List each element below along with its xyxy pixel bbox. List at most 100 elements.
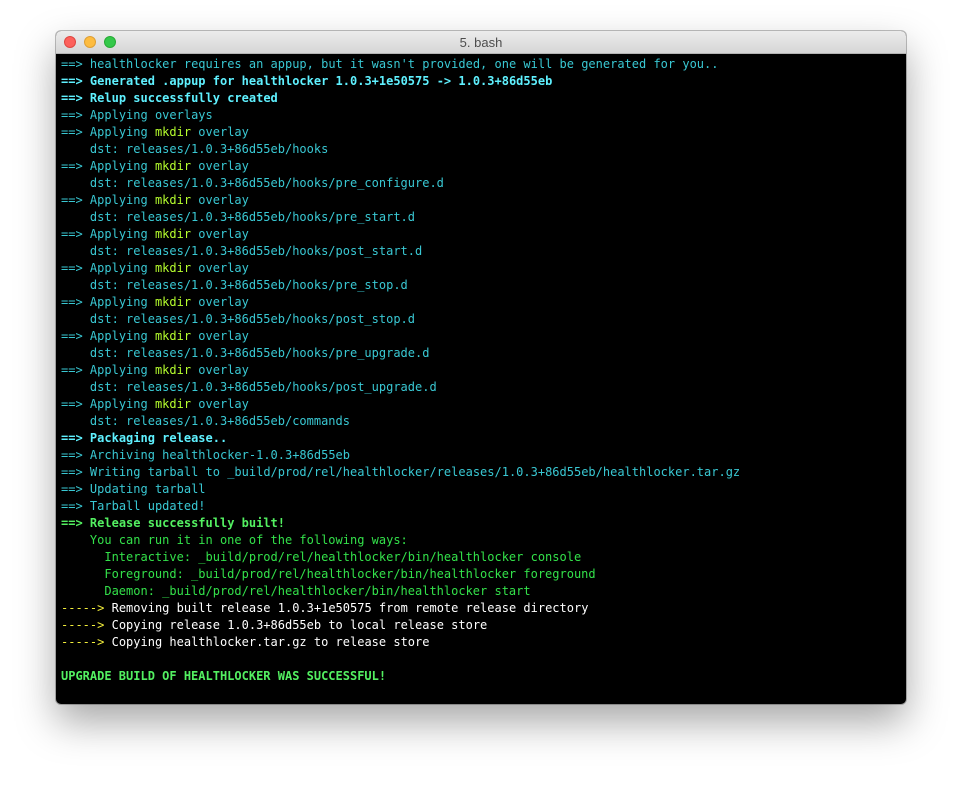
terminal-line: ==> healthlocker requires an appup, but … [61, 56, 906, 73]
keyword-text: mkdir [154, 125, 192, 139]
keyword-text: mkdir [154, 363, 192, 377]
line-text: Interactive: _build/prod/rel/healthlocke… [61, 550, 582, 564]
terminal-line: -----> Copying release 1.0.3+86d55eb to … [61, 617, 906, 634]
window-title: 5. bash [459, 35, 503, 50]
terminal-line: ==> Relup successfully created [61, 90, 906, 107]
arrow-prompt: ==> [61, 74, 83, 88]
terminal-line: dst: releases/1.0.3+86d55eb/hooks/pre_st… [61, 209, 906, 226]
line-text: overlay [191, 227, 249, 241]
line-text: healthlocker requires an appup, but it w… [89, 57, 719, 71]
keyword-text: mkdir [154, 159, 192, 173]
terminal-line: ==> Applying mkdir overlay [61, 158, 906, 175]
line-text: overlay [191, 295, 249, 309]
terminal-line: Foreground: _build/prod/rel/healthlocker… [61, 566, 906, 583]
terminal-line: dst: releases/1.0.3+86d55eb/hooks [61, 141, 906, 158]
line-text: overlay [191, 363, 249, 377]
terminal-line: ==> Packaging release.. [61, 430, 906, 447]
line-text: Applying [89, 159, 155, 173]
terminal-line: Daemon: _build/prod/rel/healthlocker/bin… [61, 583, 906, 600]
line-text: dst: releases/1.0.3+86d55eb/hooks [61, 142, 329, 156]
line-text: You can run it in one of the following w… [61, 533, 408, 547]
arrow-prompt: ==> [61, 482, 83, 496]
terminal-line: ==> Writing tarball to _build/prod/rel/h… [61, 464, 906, 481]
keyword-text: mkdir [154, 261, 192, 275]
line-text: Release successfully built! [89, 516, 285, 530]
arrow-prompt: ==> [61, 261, 83, 275]
arrow-prompt: ==> [61, 448, 83, 462]
line-text: dst: releases/1.0.3+86d55eb/hooks/post_s… [61, 244, 423, 258]
terminal-line: ==> Tarball updated! [61, 498, 906, 515]
line-text: Generated .appup for healthlocker 1.0.3+… [89, 74, 553, 88]
arrow-prompt: ==> [61, 193, 83, 207]
terminal-line: UPGRADE BUILD OF HEALTHLOCKER WAS SUCCES… [61, 668, 906, 685]
line-text: dst: releases/1.0.3+86d55eb/commands [61, 414, 350, 428]
line-text: Applying [89, 193, 155, 207]
arrow-prompt: ==> [61, 57, 83, 71]
terminal-line: ==> Generated .appup for healthlocker 1.… [61, 73, 906, 90]
arrow-prompt: ==> [61, 431, 83, 445]
line-text: overlay [191, 125, 249, 139]
terminal-window: 5. bash ==> healthlocker requires an app… [56, 31, 906, 704]
terminal-line: ==> Applying mkdir overlay [61, 362, 906, 379]
line-text: dst: releases/1.0.3+86d55eb/hooks/pre_st… [61, 278, 408, 292]
terminal-line: -----> Copying healthlocker.tar.gz to re… [61, 634, 906, 651]
line-text: Applying [89, 363, 155, 377]
terminal-line: ==> Release successfully built! [61, 515, 906, 532]
terminal-line: ==> Applying mkdir overlay [61, 396, 906, 413]
terminal-line: dst: releases/1.0.3+86d55eb/hooks/post_s… [61, 243, 906, 260]
terminal-line: You can run it in one of the following w… [61, 532, 906, 549]
terminal-line: dst: releases/1.0.3+86d55eb/hooks/post_s… [61, 311, 906, 328]
line-text: UPGRADE BUILD OF HEALTHLOCKER WAS SUCCES… [61, 669, 387, 683]
line-text: Applying [89, 227, 155, 241]
line-text: dst: releases/1.0.3+86d55eb/hooks/pre_st… [61, 210, 416, 224]
line-text: dst: releases/1.0.3+86d55eb/hooks/pre_up… [61, 346, 430, 360]
terminal-line: dst: releases/1.0.3+86d55eb/hooks/pre_co… [61, 175, 906, 192]
line-text: Applying [89, 295, 155, 309]
terminal-line: dst: releases/1.0.3+86d55eb/hooks/pre_up… [61, 345, 906, 362]
line-text: Relup successfully created [89, 91, 278, 105]
terminal-line: ==> Applying mkdir overlay [61, 124, 906, 141]
line-text: dst: releases/1.0.3+86d55eb/hooks/post_s… [61, 312, 416, 326]
arrow-prompt: ==> [61, 397, 83, 411]
line-text: Applying overlays [89, 108, 213, 122]
keyword-text: mkdir [154, 397, 192, 411]
line-text: Writing tarball to _build/prod/rel/healt… [89, 465, 741, 479]
line-text: dst: releases/1.0.3+86d55eb/hooks/pre_co… [61, 176, 444, 190]
line-text: Tarball updated! [89, 499, 206, 513]
terminal-line: dst: releases/1.0.3+86d55eb/hooks/post_u… [61, 379, 906, 396]
line-text: Removing built release 1.0.3+1e50575 fro… [111, 601, 589, 615]
keyword-text: mkdir [154, 295, 192, 309]
arrow-prompt: ==> [61, 499, 83, 513]
line-text: overlay [191, 329, 249, 343]
line-text: overlay [191, 193, 249, 207]
line-text: Applying [89, 125, 155, 139]
terminal-line: -----> Removing built release 1.0.3+1e50… [61, 600, 906, 617]
keyword-text: mkdir [154, 193, 192, 207]
title-bar: 5. bash [56, 31, 906, 54]
arrow-prompt: ==> [61, 516, 83, 530]
line-text: Applying [89, 397, 155, 411]
arrow-prompt: ==> [61, 295, 83, 309]
dash-arrow-prompt: -----> [61, 601, 105, 615]
terminal-line: Interactive: _build/prod/rel/healthlocke… [61, 549, 906, 566]
line-text: Copying healthlocker.tar.gz to release s… [111, 635, 430, 649]
keyword-text: mkdir [154, 329, 192, 343]
line-text: Copying release 1.0.3+86d55eb to local r… [111, 618, 488, 632]
terminal-line: dst: releases/1.0.3+86d55eb/hooks/pre_st… [61, 277, 906, 294]
arrow-prompt: ==> [61, 227, 83, 241]
terminal-output[interactable]: ==> healthlocker requires an appup, but … [56, 54, 906, 685]
dash-arrow-prompt: -----> [61, 635, 105, 649]
terminal-line: ==> Applying overlays [61, 107, 906, 124]
terminal-line: ==> Applying mkdir overlay [61, 226, 906, 243]
line-text: Applying [89, 261, 155, 275]
terminal-line: ==> Applying mkdir overlay [61, 294, 906, 311]
terminal-line: ==> Applying mkdir overlay [61, 192, 906, 209]
line-text: Updating tarball [89, 482, 206, 496]
terminal-line: ==> Applying mkdir overlay [61, 328, 906, 345]
line-text: Archiving healthlocker-1.0.3+86d55eb [89, 448, 351, 462]
keyword-text: mkdir [154, 227, 192, 241]
arrow-prompt: ==> [61, 108, 83, 122]
line-text: Foreground: _build/prod/rel/healthlocker… [61, 567, 596, 581]
line-text: overlay [191, 261, 249, 275]
